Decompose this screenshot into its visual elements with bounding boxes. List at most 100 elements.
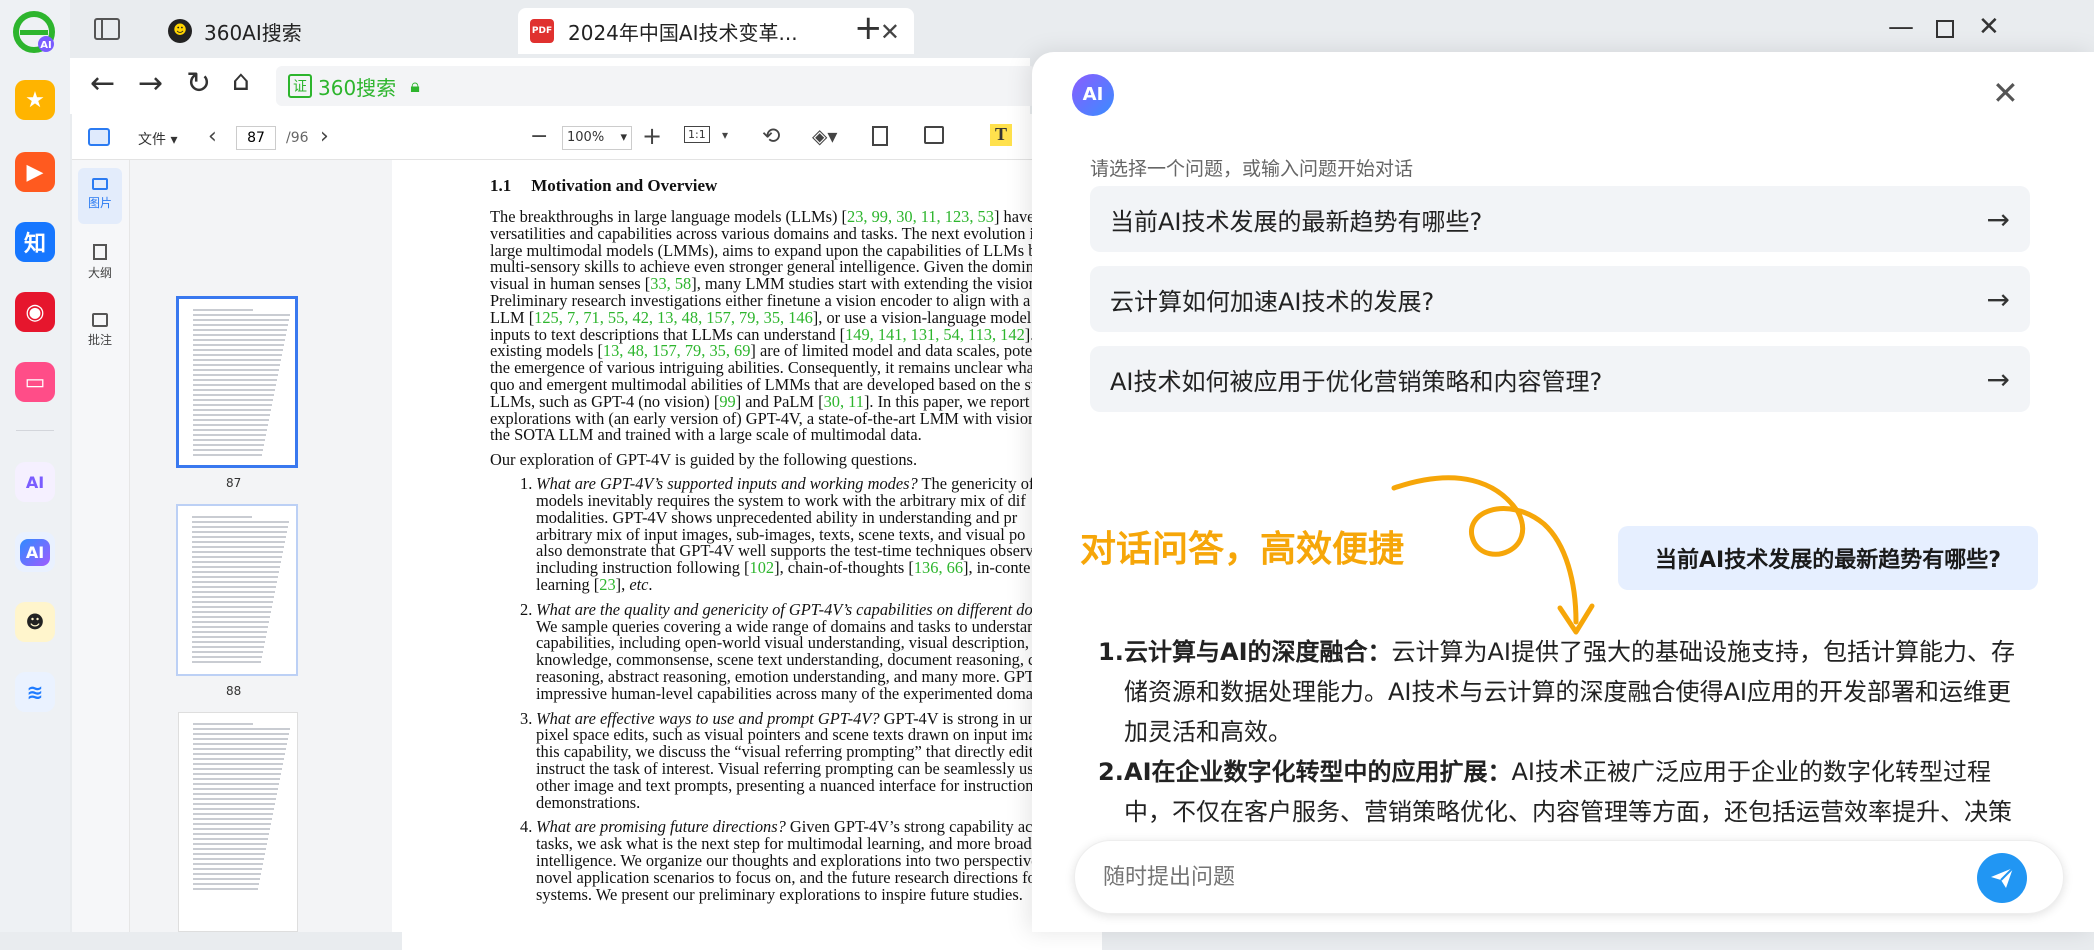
document-icon[interactable] bbox=[872, 126, 888, 146]
thumbnail-page-88[interactable] bbox=[176, 504, 298, 676]
ask-input[interactable] bbox=[1103, 859, 1923, 895]
thumbnail-text-line bbox=[192, 616, 270, 618]
tab-360ai-search[interactable]: ☻ 360AI搜索 ✕ bbox=[154, 8, 574, 54]
back-arrow-icon[interactable]: ← bbox=[90, 66, 115, 101]
thumbnail-text-line bbox=[193, 853, 265, 855]
zoom-select[interactable]: 100% ▾ bbox=[562, 126, 632, 150]
forward-arrow-icon[interactable]: → bbox=[138, 66, 163, 101]
file-menu[interactable]: 文件 ▾ bbox=[138, 129, 177, 149]
pdf-text-line: demonstrations. bbox=[536, 794, 640, 811]
comment-icon[interactable] bbox=[924, 126, 944, 144]
close-window-icon[interactable]: ✕ bbox=[1978, 12, 2000, 42]
thumbnail-text-line bbox=[192, 566, 280, 568]
thumbnail-text-line bbox=[193, 444, 264, 446]
pdf-text-line: intelligence. We organize our thoughts a… bbox=[536, 852, 1062, 869]
thumbnail-page-89[interactable] bbox=[178, 712, 298, 932]
next-page-icon[interactable]: › bbox=[320, 124, 329, 149]
text-run: systems. We present our preliminary expl… bbox=[536, 884, 1023, 904]
fill-color-icon[interactable]: ◈▾ bbox=[812, 124, 837, 148]
thumbnail-text-line bbox=[193, 409, 271, 411]
thumbnail-text-line bbox=[193, 384, 276, 386]
list-number: 3. bbox=[520, 708, 533, 728]
maximize-icon[interactable] bbox=[1936, 20, 1954, 38]
pdf-text-line: learning [23], etc. bbox=[536, 576, 653, 593]
browser-logo-icon[interactable]: AI bbox=[12, 10, 58, 56]
close-tab-icon[interactable]: ✕ bbox=[880, 18, 900, 46]
thumbnail-text-line bbox=[193, 314, 290, 316]
rotate-icon[interactable]: ⟲ bbox=[762, 124, 780, 149]
text-highlight-icon[interactable]: T bbox=[990, 124, 1012, 146]
thumbnail-text-line bbox=[193, 329, 287, 331]
thumbnail-text-line bbox=[193, 389, 275, 391]
layout-toggle-icon[interactable] bbox=[88, 128, 110, 146]
address-bar[interactable]: 证 360搜索 🔒︎ bbox=[276, 66, 1036, 106]
zhihu-icon[interactable]: 知 bbox=[15, 222, 55, 262]
prev-page-icon[interactable]: ‹ bbox=[208, 124, 217, 149]
minimize-icon[interactable]: — bbox=[1888, 12, 1914, 42]
pdf-text-line: versatilities and capabilities across va… bbox=[490, 225, 1034, 242]
pdf-text-line: large multimodal models (LMMs), aims to … bbox=[490, 242, 1045, 259]
weibo-icon[interactable]: ◉ bbox=[15, 292, 55, 332]
pdf-text-line: The breakthroughs in large language mode… bbox=[490, 208, 1081, 225]
section-heading: 1.1 Motivation and Overview bbox=[490, 176, 717, 196]
chat-bot-icon[interactable]: ☻ bbox=[15, 602, 55, 642]
pdf-paragraph: Our exploration of GPT-4V is guided by t… bbox=[490, 450, 918, 470]
ai-add-icon[interactable]: AI bbox=[15, 462, 55, 502]
ai-assistant-icon[interactable]: AI bbox=[15, 532, 55, 572]
suggested-question[interactable]: 当前AI技术发展的最新趋势有哪些? → bbox=[1090, 186, 2030, 252]
pdf-text-line: also demonstrate that GPT-4V well suppor… bbox=[536, 542, 1041, 559]
ai-logo-icon: AI bbox=[1072, 74, 1114, 116]
pdf-text-line: arbitrary mix of input images, sub-image… bbox=[536, 526, 1025, 543]
text-run: ], in-conte bbox=[963, 558, 1031, 578]
thumbnail-text-line bbox=[193, 339, 285, 341]
bilibili-icon[interactable]: ▭ bbox=[15, 362, 55, 402]
thumbnail-text-line bbox=[192, 631, 267, 633]
sidebar-item-label: 批注 bbox=[87, 333, 112, 347]
text-run: demonstrations. bbox=[536, 792, 641, 812]
pdf-text-line: LLMs, such as GPT-4 (no vision) [99] and… bbox=[490, 393, 1055, 410]
pdf-text-line: inputs to text descriptions that LLMs ca… bbox=[490, 326, 1058, 343]
favorites-star-icon[interactable]: ★ bbox=[15, 80, 55, 120]
pdf-text-line: systems. We present our preliminary expl… bbox=[536, 886, 1023, 903]
pdf-text-line: this capability, we discuss the “visual … bbox=[536, 743, 1065, 760]
close-panel-icon[interactable]: ✕ bbox=[1992, 74, 2019, 112]
pdf-text-line: including instruction following [102], c… bbox=[536, 559, 1030, 576]
zoom-in-icon[interactable]: + bbox=[642, 122, 662, 150]
thumbnail-text-line bbox=[192, 651, 263, 653]
pdf-text-line: quo and emergent multimodal abilities of… bbox=[490, 376, 1047, 393]
new-tab-plus-icon[interactable]: + bbox=[854, 8, 883, 48]
sidebar-item-label: 图片 bbox=[87, 196, 112, 210]
fit-dropdown-icon[interactable]: ▾ bbox=[722, 128, 728, 142]
fit-page-icon[interactable]: 1:1 bbox=[684, 126, 710, 143]
sidebar-item-images[interactable]: 图片 bbox=[78, 168, 122, 224]
thumbnail-page-87[interactable] bbox=[176, 296, 298, 468]
thumbnail-text-line bbox=[193, 833, 269, 835]
arrow-right-icon: → bbox=[1986, 202, 2010, 236]
sidebar-item-outline[interactable]: 大纲 bbox=[78, 236, 122, 292]
home-icon[interactable]: ⌂ bbox=[232, 64, 250, 97]
suggested-question[interactable]: 云计算如何加速AI技术的发展? → bbox=[1090, 266, 2030, 332]
pdf-text-line: knowledge, commonsense, scene text under… bbox=[536, 651, 1056, 668]
pdf-text-line: Preliminary research investigations eith… bbox=[490, 292, 1076, 309]
thumbnail-text-line bbox=[193, 763, 283, 765]
sidebar-item-annotations[interactable]: 批注 bbox=[78, 304, 122, 360]
thumbnail-text-line bbox=[193, 868, 262, 870]
image-icon bbox=[92, 178, 108, 190]
video-app-icon[interactable]: ▶ bbox=[15, 152, 55, 192]
text-run: learning [ bbox=[536, 575, 600, 594]
suggested-question[interactable]: AI技术如何被应用于优化营销策略和内容管理? → bbox=[1090, 346, 2030, 412]
send-button[interactable] bbox=[1977, 853, 2027, 903]
sidebar-toggle-icon[interactable] bbox=[94, 18, 120, 40]
page-number-input[interactable] bbox=[236, 126, 276, 150]
list-number: 2. bbox=[520, 599, 533, 619]
thumbnail-text-line bbox=[193, 873, 261, 875]
thumbnail-text-line bbox=[192, 551, 283, 553]
pdf-text-line: pixel space edits, such as visual pointe… bbox=[536, 726, 1062, 743]
zoom-out-icon[interactable]: − bbox=[530, 124, 548, 149]
lock-icon: 🔒︎ bbox=[410, 75, 420, 97]
layers-icon[interactable]: ≋ bbox=[15, 672, 55, 712]
thumbnail-text-line bbox=[193, 838, 268, 840]
thumbnail-text-line bbox=[193, 883, 259, 885]
refresh-icon[interactable]: ↻ bbox=[186, 66, 211, 101]
site-name: 360搜索 bbox=[318, 75, 397, 100]
